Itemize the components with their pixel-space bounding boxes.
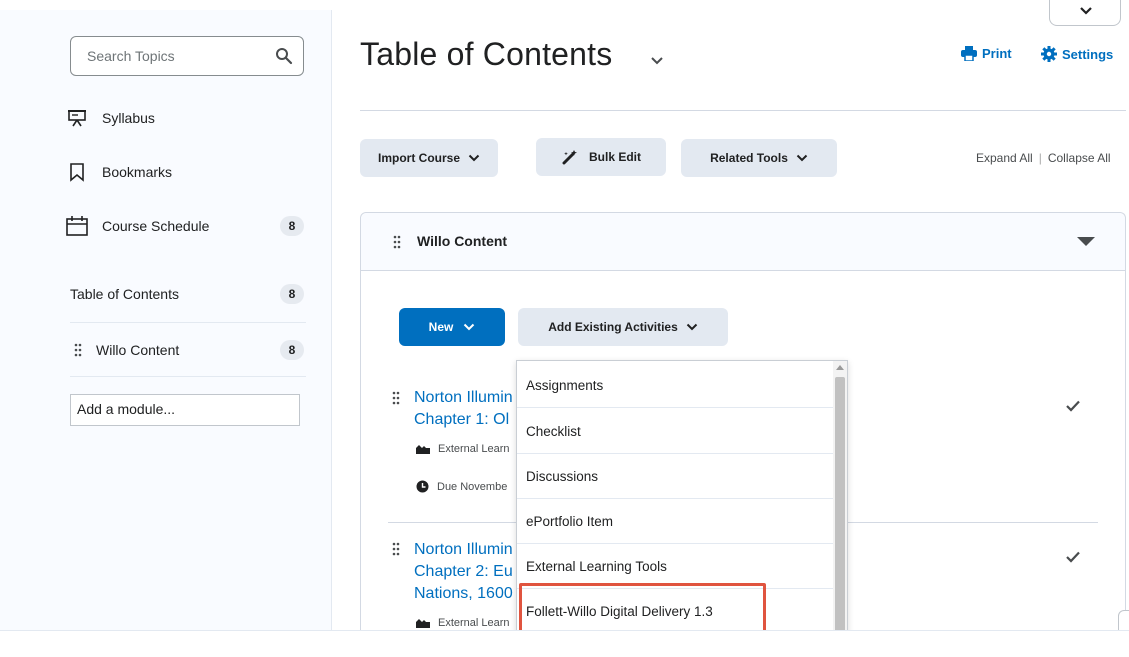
topic-title-line: Chapter 2: Eu: [414, 563, 513, 580]
expand-all-link[interactable]: Expand All: [976, 151, 1033, 165]
chevron-down-icon: [686, 323, 698, 331]
print-button[interactable]: Print: [961, 46, 1012, 61]
bookmark-icon: [66, 161, 88, 183]
due-label: Due Novembe: [437, 480, 508, 493]
gear-icon: [1041, 46, 1057, 62]
topic-title-line: Chapter 1: Ol: [414, 411, 510, 428]
divider: [70, 322, 306, 323]
menu-item-discussions[interactable]: Discussions: [517, 454, 833, 499]
module-header[interactable]: Willo Content: [361, 213, 1125, 271]
topic-title-line: Norton Illumin: [414, 541, 513, 558]
count-badge: 8: [280, 216, 304, 236]
drag-handle-icon[interactable]: [74, 343, 82, 357]
sidebar-item-course-schedule[interactable]: Course Schedule 8: [66, 212, 306, 240]
related-tools-label: Related Tools: [710, 151, 788, 165]
highlight-box: [519, 583, 766, 634]
menu-item-eportfolio-item[interactable]: ePortfolio Item: [517, 499, 833, 544]
sidebar-item-label: Bookmarks: [102, 164, 173, 180]
chevron-down-icon: [796, 154, 808, 162]
print-label: Print: [982, 46, 1012, 61]
add-existing-label: Add Existing Activities: [548, 320, 678, 334]
related-tools-button[interactable]: Related Tools: [681, 139, 837, 177]
new-button[interactable]: New: [399, 308, 505, 346]
scrollbar[interactable]: [833, 361, 847, 641]
presentation-icon: [66, 107, 88, 129]
drag-handle-icon[interactable]: [393, 235, 401, 249]
menu-item-checklist[interactable]: Checklist: [517, 409, 833, 454]
checkmark-icon: [1066, 551, 1080, 563]
module-title: Willo Content: [417, 233, 508, 249]
collapse-toggle-button[interactable]: [1049, 0, 1121, 26]
collapse-all-link[interactable]: Collapse All: [1048, 151, 1111, 165]
scrollbar-thumb[interactable]: [835, 377, 845, 641]
calendar-icon: [66, 215, 88, 237]
sidebar-item-willo-content[interactable]: Willo Content 8: [70, 336, 306, 364]
magic-wand-icon: [562, 150, 577, 165]
bulk-edit-label: Bulk Edit: [588, 150, 641, 164]
topic-type: External Learn: [416, 617, 526, 629]
puzzle-icon: [416, 445, 430, 454]
search-icon[interactable]: [275, 47, 293, 65]
sidebar-item-label: Syllabus: [102, 110, 155, 126]
page-title: Table of Contents: [360, 36, 613, 72]
printer-icon: [961, 46, 977, 61]
import-course-label: Import Course: [377, 151, 460, 165]
sidebar-item-label: Table of Contents: [70, 286, 179, 302]
drag-handle-icon[interactable]: [392, 391, 400, 405]
scroll-up-icon[interactable]: [836, 365, 844, 370]
topic-due-date: Due Novembe: [416, 480, 526, 493]
settings-button[interactable]: Settings: [1041, 46, 1113, 62]
topic-title-line: Nations, 1600: [414, 585, 513, 602]
menu-item-assignments[interactable]: Assignments: [517, 363, 833, 408]
bulk-edit-button[interactable]: Bulk Edit: [536, 138, 666, 176]
search-input[interactable]: Search Topics: [70, 36, 304, 76]
add-module-input[interactable]: Add a module...: [70, 394, 300, 426]
checkmark-icon: [1066, 400, 1080, 412]
count-badge: 8: [280, 284, 304, 304]
topic-type: External Learn: [416, 443, 526, 455]
chevron-down-icon: [468, 154, 480, 162]
topic-title-link[interactable]: Norton Illumin Chapter 2: Eu Nations, 16…: [414, 539, 524, 605]
topic-title-line: Norton Illumin: [414, 389, 513, 406]
clock-icon: [416, 480, 429, 493]
puzzle-icon: [416, 619, 430, 628]
count-badge: 8: [280, 340, 304, 360]
settings-label: Settings: [1062, 46, 1114, 62]
footer-strip: [0, 630, 1129, 657]
sidebar-item-label: Willo Content: [96, 342, 180, 358]
chevron-down-icon: [464, 323, 475, 331]
chevron-down-icon: [1080, 7, 1092, 15]
title-chevron-down-icon[interactable]: [650, 56, 664, 65]
sidebar-item-table-of-contents[interactable]: Table of Contents 8: [70, 280, 306, 308]
caret-down-icon[interactable]: [1077, 237, 1095, 246]
divider: [360, 110, 1126, 111]
sidebar-item-bookmarks[interactable]: Bookmarks: [66, 158, 306, 186]
sidebar: Search Topics Syllabus Bookmarks Course …: [0, 10, 332, 630]
expand-collapse-links: Expand All | Collapse All: [976, 151, 1111, 165]
separator: |: [1038, 151, 1042, 165]
new-label: New: [428, 320, 454, 334]
topic-title-link[interactable]: Norton Illumin Chapter 1: Ol: [414, 387, 524, 431]
drag-handle-icon[interactable]: [392, 542, 400, 556]
topic-type-label: External Learn: [438, 617, 510, 629]
import-course-button[interactable]: Import Course: [360, 139, 498, 177]
search-placeholder: Search Topics: [87, 48, 175, 64]
add-existing-activities-button[interactable]: Add Existing Activities: [518, 308, 728, 346]
sidebar-item-syllabus[interactable]: Syllabus: [66, 104, 306, 132]
divider: [70, 376, 306, 377]
sidebar-item-label: Course Schedule: [102, 218, 210, 234]
topic-type-label: External Learn: [438, 443, 510, 455]
